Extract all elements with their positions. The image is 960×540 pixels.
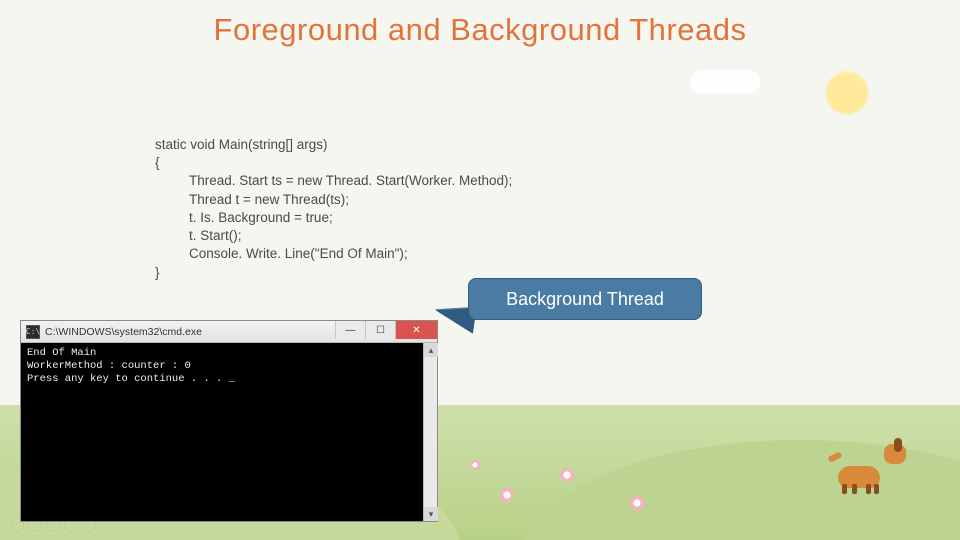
scroll-down-icon[interactable]: ▾	[424, 507, 438, 521]
console-window: C:\ C:\WINDOWS\system32\cmd.exe — ☐ ✕ En…	[20, 320, 438, 522]
callout-box: Background Thread	[468, 278, 702, 320]
maximize-button[interactable]: ☐	[365, 321, 395, 339]
dog-illustration	[838, 452, 900, 494]
console-output: End Of Main WorkerMethod : counter : 0 P…	[21, 343, 437, 521]
slide-title: Foreground and Background Threads	[0, 12, 960, 48]
sun-decoration	[824, 70, 870, 116]
console-scrollbar[interactable]: ▴ ▾	[423, 343, 437, 521]
cloud-decoration	[690, 70, 760, 94]
console-line: WorkerMethod : counter : 0	[27, 360, 431, 373]
cmd-icon: C:\	[26, 325, 40, 339]
code-line: Thread. Start ts = new Thread. Start(Wor…	[155, 172, 595, 190]
code-line: Console. Write. Line("End Of Main");	[155, 245, 595, 263]
console-titlebar[interactable]: C:\ C:\WINDOWS\system32\cmd.exe — ☐ ✕	[21, 321, 437, 343]
console-line: Press any key to continue . . . _	[27, 373, 431, 386]
code-line: Thread t = new Thread(ts);	[155, 191, 595, 209]
code-line: static void Main(string[] args)	[155, 136, 595, 154]
code-line: t. Start();	[155, 227, 595, 245]
console-title: C:\WINDOWS\system32\cmd.exe	[45, 326, 202, 338]
code-line: {	[155, 154, 595, 172]
console-line: End Of Main	[27, 347, 431, 360]
minimize-button[interactable]: —	[335, 321, 365, 339]
code-line: t. Is. Background = true;	[155, 209, 595, 227]
close-button[interactable]: ✕	[395, 321, 437, 339]
scroll-up-icon[interactable]: ▴	[424, 343, 438, 357]
code-sample: static void Main(string[] args) { Thread…	[155, 136, 595, 282]
callout-label: Background Thread	[506, 289, 664, 310]
